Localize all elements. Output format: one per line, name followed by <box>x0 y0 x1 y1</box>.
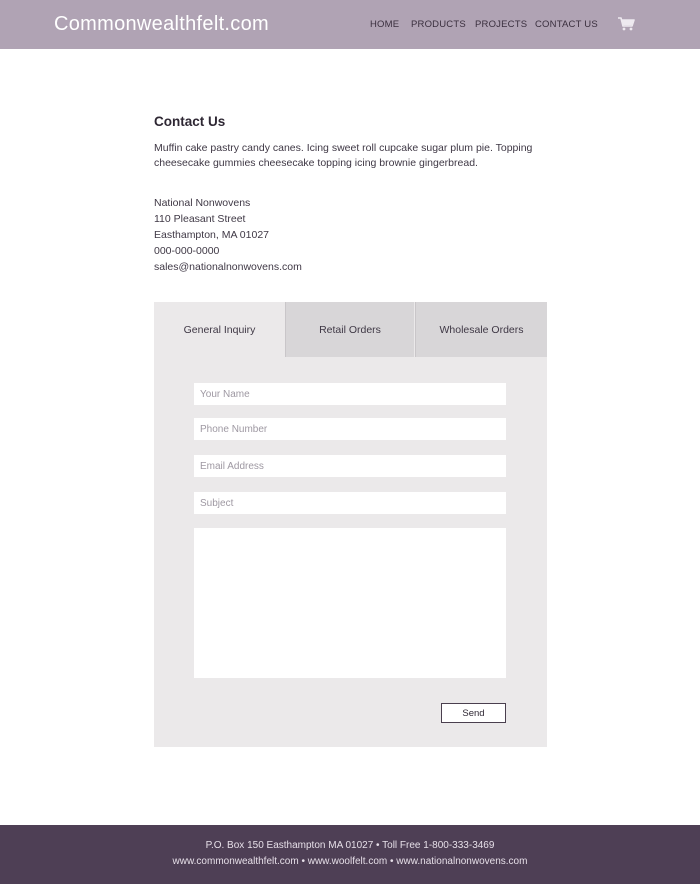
phone-number: 000-000-0000 <box>154 245 220 257</box>
nav-projects[interactable]: PROJECTS <box>475 19 527 30</box>
send-button[interactable]: Send <box>441 703 506 723</box>
shopping-cart-icon[interactable] <box>617 16 635 32</box>
site-footer: P.O. Box 150 Easthampton MA 01027 • Toll… <box>0 825 700 884</box>
footer-contact-line: P.O. Box 150 Easthampton MA 01027 • Toll… <box>205 840 495 851</box>
intro-text: Muffin cake pastry candy canes. Icing sw… <box>154 142 533 169</box>
nav-contact-us[interactable]: CONTACT US <box>535 19 598 30</box>
street-address: 110 Pleasant Street <box>154 213 246 225</box>
main-nav: HOME PRODUCTS PROJECTS CONTACT US <box>0 19 700 33</box>
name-input[interactable] <box>194 383 506 405</box>
city-state-zip: Easthampton, MA 01027 <box>154 229 269 241</box>
tab-general-inquiry[interactable]: General Inquiry <box>154 302 285 357</box>
message-textarea[interactable] <box>194 528 506 678</box>
nav-home[interactable]: HOME <box>370 19 399 30</box>
tab-wholesale-orders[interactable]: Wholesale Orders <box>415 302 547 357</box>
company-name: National Nonwovens <box>154 197 251 209</box>
nav-products[interactable]: PRODUCTS <box>411 19 466 30</box>
tab-retail-orders[interactable]: Retail Orders <box>285 302 414 357</box>
page-title: Contact Us <box>154 114 226 129</box>
phone-input[interactable] <box>194 418 506 440</box>
email-address[interactable]: sales@nationalnonwovens.com <box>154 261 302 273</box>
contact-form-panel: General Inquiry Retail Orders Wholesale … <box>154 302 547 747</box>
footer-websites-line: www.commonwealthfelt.com • www.woolfelt.… <box>172 856 528 867</box>
site-header: Commonwealthfelt.com HOME PRODUCTS PROJE… <box>0 0 700 49</box>
email-input[interactable] <box>194 455 506 477</box>
subject-input[interactable] <box>194 492 506 514</box>
